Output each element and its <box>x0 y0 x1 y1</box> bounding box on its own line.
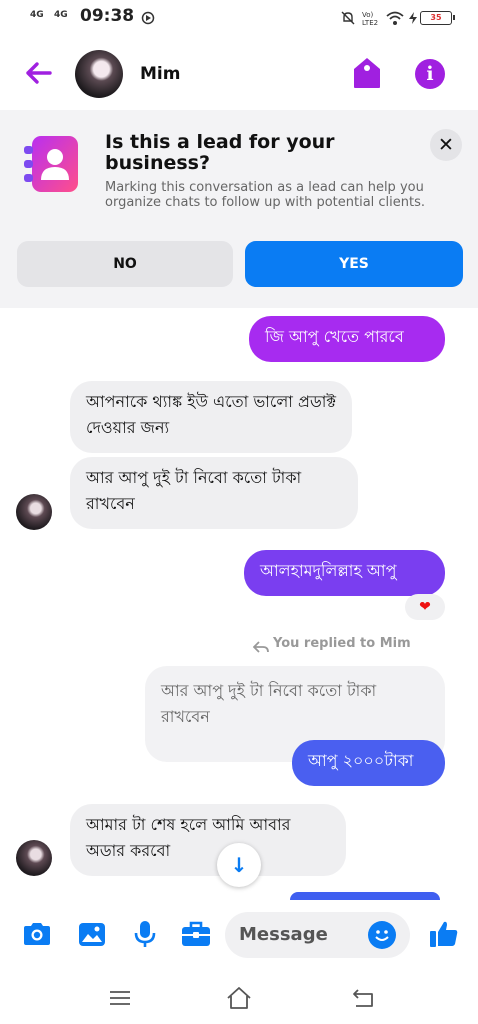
outgoing-message[interactable]: জি আপু খেতে পারবে <box>249 316 445 362</box>
lead-banner: Is this a lead for your business? Markin… <box>0 110 478 308</box>
svg-text:Vo): Vo) <box>362 11 374 19</box>
incoming-message[interactable]: আপনাকে থ্যাঙ্ক ইউ এতো ভালো প্রডাক্ট দেওয… <box>70 381 352 453</box>
home-icon[interactable] <box>225 984 253 1012</box>
microphone-icon[interactable] <box>129 918 161 950</box>
tag-icon[interactable] <box>352 57 382 89</box>
briefcase-icon[interactable] <box>180 918 212 950</box>
contact-book-icon <box>24 136 78 192</box>
contact-name[interactable]: Mim <box>140 64 180 84</box>
lead-description: Marking this conversation as a lead can … <box>105 180 426 210</box>
incoming-message[interactable]: আমার টা শেষ হলে আমি আবার অডার করবো <box>70 804 346 876</box>
partial-outgoing-message <box>290 892 440 900</box>
menu-icon[interactable] <box>106 984 134 1012</box>
close-icon[interactable]: ✕ <box>430 129 462 161</box>
svg-text:LTE2: LTE2 <box>362 19 378 27</box>
back-arrow-icon[interactable] <box>22 56 56 90</box>
outgoing-message[interactable]: আপু ২০০০টাকা <box>292 740 445 786</box>
scroll-down-icon[interactable]: ↓ <box>217 843 261 887</box>
contact-avatar-small[interactable] <box>16 494 52 530</box>
lead-title: Is this a lead for your business? <box>105 131 335 174</box>
system-navigation-bar <box>0 972 478 1024</box>
back-nav-icon[interactable] <box>350 984 378 1012</box>
gallery-icon[interactable] <box>76 918 108 950</box>
sync-icon <box>141 11 155 25</box>
camera-icon[interactable] <box>21 918 53 950</box>
yes-button[interactable]: YES <box>245 241 463 287</box>
volte-icon: Vo) LTE2 <box>362 11 378 27</box>
replied-label: You replied to Mim <box>273 636 411 651</box>
charging-icon <box>409 12 417 24</box>
incoming-message[interactable]: আর আপু দুই টা নিবো কতো টাকা রাখবেন <box>70 457 358 529</box>
no-button[interactable]: NO <box>17 241 233 287</box>
message-placeholder: Message <box>239 924 328 945</box>
status-bar: 4G 4G 09:38 Vo) LTE2 35 <box>0 0 478 36</box>
battery-indicator: 35 <box>420 11 455 25</box>
contact-avatar[interactable] <box>75 50 123 98</box>
thumbs-up-icon[interactable] <box>428 918 460 950</box>
heart-reaction-icon[interactable]: ❤ <box>405 594 445 620</box>
status-time: 09:38 <box>80 6 135 26</box>
outgoing-message[interactable]: আলহামদুলিল্লাহ আপু <box>244 550 445 596</box>
network-indicator-1: 4G <box>30 10 44 20</box>
emoji-icon[interactable] <box>368 921 396 949</box>
wifi-icon <box>386 11 404 25</box>
chat-header: Mim i <box>0 40 478 110</box>
mute-icon <box>341 11 355 25</box>
composer-bar: Message <box>0 900 478 972</box>
reply-arrow-icon <box>253 641 269 653</box>
info-icon[interactable]: i <box>415 59 445 89</box>
contact-avatar-small[interactable] <box>16 840 52 876</box>
network-indicator-2: 4G <box>54 10 68 20</box>
message-input[interactable]: Message <box>225 912 410 958</box>
